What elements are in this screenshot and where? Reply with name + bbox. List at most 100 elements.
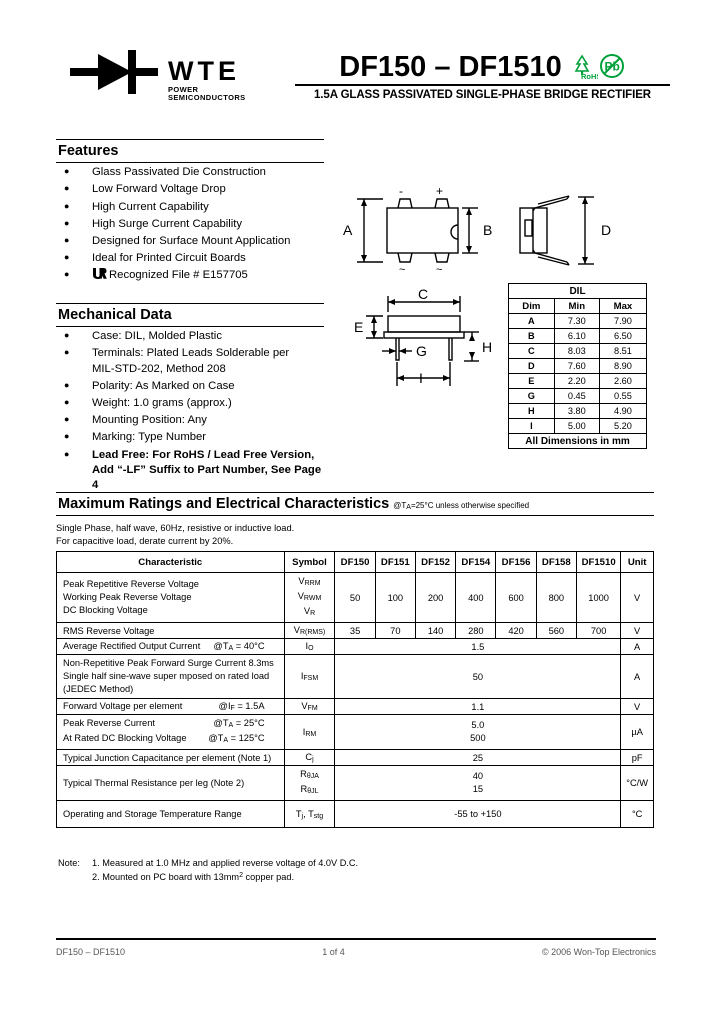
ratings-heading: Maximum Ratings and Electrical Character… bbox=[56, 492, 654, 517]
list-item: Low Forward Voltage Drop bbox=[56, 181, 324, 197]
dimension-label-c: C bbox=[418, 288, 428, 302]
dil-cell-dim: H bbox=[508, 403, 555, 419]
value-line: 500 bbox=[470, 733, 486, 743]
dil-cell-max: 4.90 bbox=[598, 403, 648, 419]
datasheet-page: WTE POWER SEMICONDUCTORS DF150 – DF1510 … bbox=[0, 0, 720, 1012]
row-value-span: 50 bbox=[334, 654, 622, 699]
ratings-table: Characteristic Symbol DF150 DF151 DF152 … bbox=[56, 551, 654, 828]
row-value-df152: 200 bbox=[414, 572, 457, 623]
dil-header-min: Min bbox=[553, 298, 600, 314]
polarity-tilde-2: ~ bbox=[436, 264, 442, 276]
logo-wordmark: WTE bbox=[168, 56, 240, 86]
value-line: 5.0 bbox=[471, 720, 485, 730]
list-item: Weight: 1.0 grams (approx.) bbox=[56, 395, 324, 411]
dil-table-footer: All Dimensions in mm bbox=[508, 433, 647, 449]
characteristic-line: Average Rectified Output Current bbox=[63, 641, 201, 651]
package-drawing-front-view: C E G H I bbox=[354, 288, 492, 386]
row-symbol: IFSM bbox=[283, 654, 336, 699]
row-value-df150: 50 bbox=[334, 572, 376, 623]
row-characteristic: Typical Junction Capacitance per element… bbox=[56, 749, 285, 766]
dil-cell-dim: G bbox=[508, 388, 555, 404]
list-item-label: Recognized File # E157705 bbox=[109, 269, 248, 282]
dil-cell-dim: D bbox=[508, 358, 555, 374]
mechanical-section: Mechanical Data Case: DIL, Molded Plasti… bbox=[56, 303, 324, 493]
characteristic-line: Peak Repetitive Reverse Voltage bbox=[63, 579, 199, 589]
characteristic-line: Working Peak Reverse Voltage bbox=[63, 592, 192, 602]
characteristic-line: Peak Reverse Current bbox=[63, 718, 155, 728]
col-header-df154: DF154 bbox=[455, 551, 496, 573]
list-item-continuation: MIL-STD-202, Method 208 bbox=[92, 362, 226, 375]
table-row: B 6.10 6.50 bbox=[508, 328, 648, 344]
dimension-label-i: I bbox=[419, 370, 423, 386]
lead-free-icon: Pb bbox=[599, 54, 624, 78]
dil-cell-dim: B bbox=[508, 328, 555, 344]
dil-cell-min: 5.00 bbox=[553, 418, 600, 434]
dil-header-max: Max bbox=[598, 298, 648, 314]
row-symbol: Tj, Tstg bbox=[283, 800, 336, 828]
row-value-df151: 100 bbox=[374, 572, 416, 623]
list-item: Mounting Position: Any bbox=[56, 412, 324, 428]
row-characteristic: Non-Repetitive Peak Forward Surge Curren… bbox=[56, 654, 285, 699]
list-item: High Surge Current Capability bbox=[56, 216, 324, 232]
characteristic-line: (JEDEC Method) bbox=[63, 684, 134, 694]
table-row: Typical Junction Capacitance per element… bbox=[56, 749, 654, 766]
dimension-label-a: A bbox=[343, 222, 353, 238]
row-unit: A bbox=[620, 638, 654, 655]
col-header-unit: Unit bbox=[620, 551, 654, 573]
row-value-span: 5.0 500 bbox=[334, 714, 622, 750]
row-value-df158: 800 bbox=[535, 572, 577, 623]
dil-cell-min: 3.80 bbox=[553, 403, 600, 419]
preamble-line-1: Single Phase, half wave, 60Hz, resistive… bbox=[56, 523, 295, 534]
row-value-span: -55 to +150 bbox=[334, 800, 622, 828]
rohs-tree-icon: RoHS bbox=[574, 54, 598, 80]
table-row: Average Rectified Output Current @TA = 4… bbox=[56, 638, 654, 655]
page-title: DF150 – DF1510 bbox=[339, 51, 562, 83]
characteristic-line: Forward Voltage per element bbox=[63, 701, 183, 711]
row-unit: A bbox=[620, 654, 654, 699]
mechanical-heading: Mechanical Data bbox=[56, 303, 324, 328]
dil-header-dim: Dim bbox=[508, 298, 555, 314]
characteristic-line: DC Blocking Voltage bbox=[63, 605, 148, 615]
table-header-row: Characteristic Symbol DF150 DF151 DF152 … bbox=[56, 551, 654, 573]
page-subtitle: 1.5A GLASS PASSIVATED SINGLE-PHASE BRIDG… bbox=[314, 89, 651, 101]
row-value-df1510: 700 bbox=[575, 622, 621, 639]
characteristic-condition: @IF = 1.5A bbox=[218, 701, 265, 712]
row-characteristic: RMS Reverse Voltage bbox=[56, 622, 285, 639]
table-row: Peak Repetitive Reverse Voltage Working … bbox=[56, 572, 654, 623]
ratings-section: Maximum Ratings and Electrical Character… bbox=[56, 492, 654, 547]
table-row: H 3.80 4.90 bbox=[508, 403, 648, 419]
row-value-span: 25 bbox=[334, 749, 622, 766]
col-header-df1510: DF1510 bbox=[575, 551, 621, 573]
row-value-span: 40 15 bbox=[334, 765, 622, 801]
characteristic-condition: @TA = 125°C bbox=[208, 733, 265, 744]
polarity-plus: + bbox=[436, 184, 443, 198]
company-logo: WTE POWER SEMICONDUCTORS bbox=[70, 42, 250, 102]
row-characteristic: Operating and Storage Temperature Range bbox=[56, 800, 285, 828]
dil-cell-dim: E bbox=[508, 373, 555, 389]
table-row: Forward Voltage per element @IF = 1.5A V… bbox=[56, 698, 654, 715]
row-symbol: IRM bbox=[283, 714, 336, 750]
table-row: G 0.45 0.55 bbox=[508, 388, 648, 404]
list-item: Case: DIL, Molded Plastic bbox=[56, 328, 324, 344]
dil-cell-max: 2.60 bbox=[598, 373, 648, 389]
list-item: Glass Passivated Die Construction bbox=[56, 164, 324, 180]
dimension-label-b: B bbox=[483, 222, 492, 238]
table-row: Non-Repetitive Peak Forward Surge Curren… bbox=[56, 654, 654, 699]
list-item: Designed for Surface Mount Application bbox=[56, 233, 324, 249]
characteristic-line: Non-Repetitive Peak Forward Surge Curren… bbox=[63, 658, 274, 668]
footer-part-number: DF150 – DF1510 bbox=[56, 947, 126, 957]
row-value-span: 1.1 bbox=[334, 698, 622, 715]
characteristic-condition: @TA = 40°C bbox=[213, 641, 265, 652]
col-header-df158: DF158 bbox=[535, 551, 577, 573]
row-characteristic: Peak Reverse Current @TA = 25°C At Rated… bbox=[56, 714, 285, 750]
table-row: A 7.30 7.90 bbox=[508, 313, 648, 329]
dil-cell-max: 6.50 bbox=[598, 328, 648, 344]
list-item: Recognized File # E157705 bbox=[56, 267, 324, 283]
row-symbol: RθJA RθJL bbox=[283, 765, 336, 801]
row-unit: µA bbox=[620, 714, 654, 750]
table-row: C 8.03 8.51 bbox=[508, 343, 648, 359]
symbol-line: VR bbox=[303, 606, 316, 617]
col-header-df151: DF151 bbox=[374, 551, 416, 573]
notes-label: Note: bbox=[58, 858, 80, 868]
note-line-2: 2. Mounted on PC board with 13mm2 copper… bbox=[58, 870, 358, 884]
